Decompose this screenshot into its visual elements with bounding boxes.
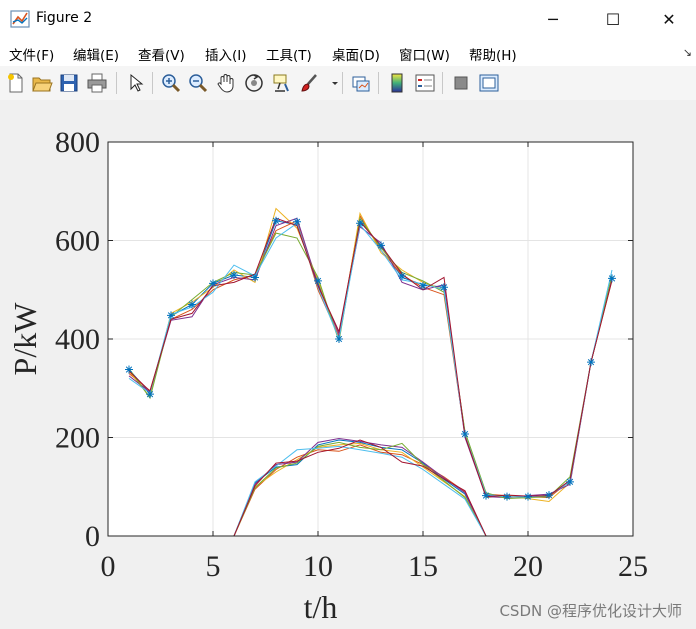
y-tick-label: 0 [85, 520, 100, 553]
save-icon[interactable] [58, 72, 80, 94]
brush-icon[interactable] [298, 72, 320, 94]
new-figure-icon[interactable] [5, 72, 27, 94]
data-point-marker [440, 283, 448, 292]
legend-icon[interactable] [414, 72, 436, 94]
close-button[interactable]: ✕ [642, 0, 696, 38]
x-tick-label: 20 [513, 550, 543, 583]
menu-window[interactable]: 窗口(W) [399, 44, 450, 64]
minimize-button[interactable]: ─ [526, 0, 580, 38]
y-axis-label: P/kW [7, 302, 43, 376]
menu-insert[interactable]: 插入(I) [205, 44, 247, 64]
x-axis-label: t/h [304, 589, 338, 625]
title-bar: Figure 2 ─ ☐ ✕ [0, 0, 696, 38]
colorbar-icon[interactable] [386, 72, 408, 94]
menu-file[interactable]: 文件(F) [9, 44, 54, 64]
data-point-marker [545, 491, 553, 500]
data-point-marker [482, 491, 490, 500]
y-tick-label: 200 [55, 422, 100, 455]
data-point-marker [209, 279, 217, 288]
menu-desktop[interactable]: 桌面(D) [332, 44, 380, 64]
menu-view[interactable]: 查看(V) [138, 44, 185, 64]
data-point-marker [335, 335, 343, 343]
pointer-icon[interactable] [124, 72, 146, 94]
print-icon[interactable] [86, 72, 108, 94]
y-tick-label: 400 [55, 323, 100, 356]
toolbar [0, 66, 696, 101]
data-point-marker [608, 274, 616, 283]
data-point-marker [524, 492, 532, 501]
line-chart[interactable]: 0 5 10 15 20 25 0 200 400 600 800 t/h P/kW [0, 100, 696, 629]
toolbar-separator [378, 72, 379, 94]
brush-dropdown-icon[interactable] [324, 72, 338, 94]
figure-area: 0 5 10 15 20 25 0 200 400 600 800 t/h P/kW CSDN @程序优… [0, 100, 696, 629]
zoom-in-icon[interactable] [160, 72, 182, 94]
data-point-marker [230, 270, 238, 279]
link-plot-icon[interactable] [350, 72, 372, 94]
x-tick-label: 5 [206, 550, 221, 583]
window-title: Figure 2 [36, 10, 93, 26]
matlab-figure-icon [10, 10, 30, 28]
open-file-icon[interactable] [31, 72, 53, 94]
data-point-marker [125, 365, 133, 374]
show-plot-tools-icon[interactable] [478, 72, 500, 94]
data-point-marker [419, 281, 427, 290]
y-tick-label: 800 [55, 126, 100, 159]
pan-hand-icon[interactable] [215, 72, 237, 94]
maximize-button[interactable]: ☐ [586, 0, 640, 38]
data-point-marker [503, 492, 511, 501]
menu-help[interactable]: 帮助(H) [469, 44, 517, 64]
data-point-marker [566, 477, 574, 486]
data-point-marker [167, 311, 175, 320]
menu-bar: 文件(F) 编辑(E) 查看(V) 插入(I) 工具(T) 桌面(D) 窗口(W… [0, 38, 696, 66]
data-point-marker [377, 241, 385, 250]
data-point-marker [461, 430, 469, 439]
data-point-marker [251, 273, 259, 282]
menu-overflow-icon[interactable]: ↘ [683, 46, 692, 59]
x-tick-label: 0 [101, 550, 116, 583]
data-point-marker [587, 358, 595, 367]
toolbar-separator [116, 72, 117, 94]
zoom-out-icon[interactable] [187, 72, 209, 94]
hide-plot-tools-icon[interactable] [450, 72, 472, 94]
watermark: CSDN @程序优化设计大师 [499, 602, 682, 620]
toolbar-separator [342, 72, 343, 94]
toolbar-separator [152, 72, 153, 94]
data-cursor-icon[interactable] [271, 72, 293, 94]
rotate-3d-icon[interactable] [243, 72, 265, 94]
data-point-marker [188, 300, 196, 309]
x-tick-label: 25 [618, 550, 648, 583]
menu-tools[interactable]: 工具(T) [266, 44, 312, 64]
data-point-marker [146, 390, 154, 399]
toolbar-separator [442, 72, 443, 94]
x-tick-label: 10 [303, 550, 333, 583]
x-tick-label: 15 [408, 550, 438, 583]
y-tick-label: 600 [55, 225, 100, 258]
data-point-marker [314, 276, 322, 285]
menu-edit[interactable]: 编辑(E) [73, 44, 119, 64]
